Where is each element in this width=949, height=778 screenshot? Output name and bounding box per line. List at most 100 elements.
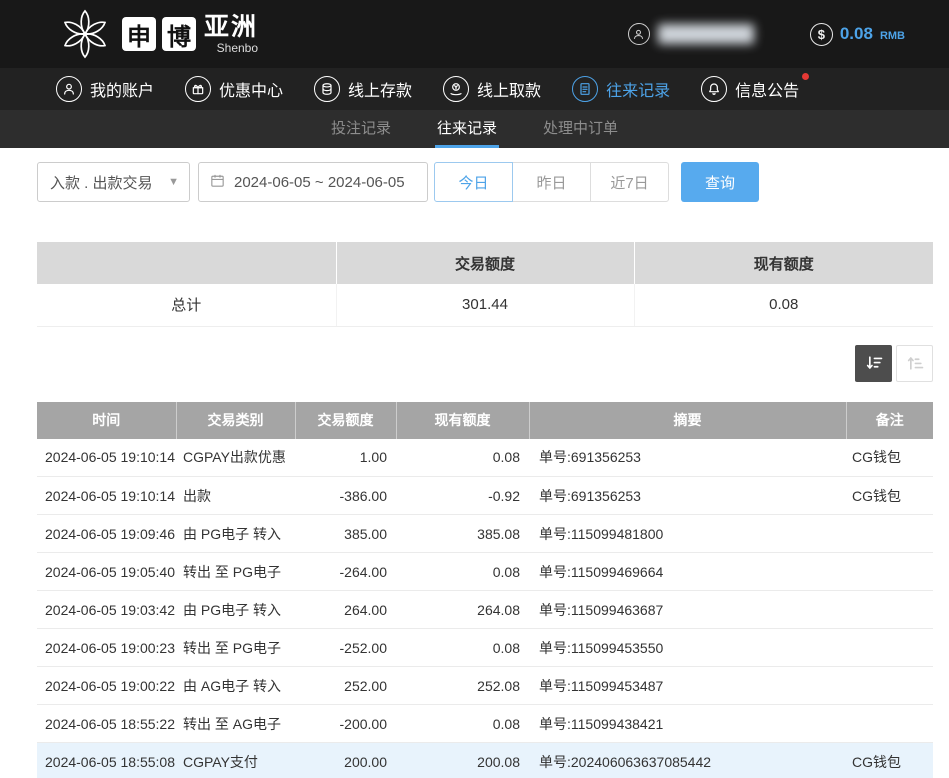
user-icon [56,76,82,102]
cell-balance: 0.08 [396,439,529,477]
cell-time: 2024-06-05 19:00:23 [37,629,176,667]
cell-note: CG钱包 [846,477,933,515]
summary-table: 交易额度 现有额度 总计 301.44 0.08 [37,242,933,327]
cell-time: 2024-06-05 19:05:40 [37,553,176,591]
user-icon [628,23,650,45]
table-row: 2024-06-05 19:00:23 转出 至 PG电子 -252.00 0.… [37,629,933,667]
brand-char-1: 申 [122,17,156,51]
cell-balance: 200.08 [396,743,529,778]
cell-amount: 252.00 [295,667,396,705]
nav-label: 往来记录 [606,77,670,101]
sort-ascending-button[interactable] [896,345,933,382]
table-row: 2024-06-05 18:55:22 转出 至 AG电子 -200.00 0.… [37,705,933,743]
cell-balance: 0.08 [396,705,529,743]
date-range-input[interactable]: 2024-06-05 ~ 2024-06-05 [198,162,428,202]
summary-total-balance: 0.08 [634,284,933,326]
filter-bar: 入款 . 出款交易 ▼ 2024-06-05 ~ 2024-06-05 今日 昨… [37,162,949,202]
brand-subtitle: Shenbo [217,42,258,54]
tab-transaction-records[interactable]: 往来记录 [435,110,499,148]
cell-note [846,629,933,667]
cell-amount: 1.00 [295,439,396,477]
cell-amount: 264.00 [295,591,396,629]
summary-total-amount: 301.44 [336,284,634,326]
user-account[interactable] [628,23,754,45]
date-range-value: 2024-06-05 ~ 2024-06-05 [234,174,405,191]
table-row: 2024-06-05 19:05:40 转出 至 PG电子 -264.00 0.… [37,553,933,591]
brand-logo[interactable]: 申 博 亚洲 Shenbo [58,7,258,61]
main-navigation: 我的账户 优惠中心 线上存款 线上取款 往来记录 信息公告 [0,68,949,110]
col-header-type: 交易类别 [176,402,295,439]
cell-amount: -264.00 [295,553,396,591]
cell-time: 2024-06-05 19:03:42 [37,591,176,629]
cell-type: 由 AG电子 转入 [176,667,295,705]
cell-type: 转出 至 PG电子 [176,629,295,667]
search-button[interactable]: 查询 [681,162,759,202]
cell-amount: -200.00 [295,705,396,743]
nav-item-withdraw[interactable]: 线上取款 [443,76,541,102]
col-header-amount: 交易额度 [295,402,396,439]
balance-display[interactable]: $ 0.08 RMB [810,23,905,46]
quick-date-group: 今日 昨日 近7日 [434,162,669,202]
cell-amount: -252.00 [295,629,396,667]
cell-summary: 单号:115099453550 [529,629,846,667]
transaction-type-select[interactable]: 入款 . 出款交易 ▼ [37,162,190,202]
cell-note: CG钱包 [846,439,933,477]
tab-bet-records[interactable]: 投注记录 [329,110,393,148]
cell-type: 转出 至 AG电子 [176,705,295,743]
balance-amount: 0.08 [840,24,873,44]
brand-char-2: 博 [162,17,196,51]
cell-balance: -0.92 [396,477,529,515]
col-header-balance: 现有额度 [396,402,529,439]
cell-summary: 单号:115099463687 [529,591,846,629]
cell-note [846,515,933,553]
username-blurred [658,24,754,44]
cell-summary: 单号:115099481800 [529,515,846,553]
nav-item-announcements[interactable]: 信息公告 [701,76,799,102]
summary-header-balance: 现有额度 [634,242,933,284]
tab-pending-orders[interactable]: 处理中订单 [541,110,620,148]
cell-note [846,553,933,591]
sort-controls [37,345,933,382]
table-row: 2024-06-05 19:10:14 CGPAY出款优惠 1.00 0.08 … [37,439,933,477]
cell-time: 2024-06-05 19:00:22 [37,667,176,705]
nav-item-promotions[interactable]: 优惠中心 [185,76,283,102]
summary-total-label: 总计 [37,284,336,326]
cell-balance: 264.08 [396,591,529,629]
balance-currency: RMB [880,30,905,42]
cell-note [846,705,933,743]
table-row: 2024-06-05 18:55:08 CGPAY支付 200.00 200.0… [37,743,933,778]
sub-navigation: 投注记录 往来记录 处理中订单 [0,110,949,148]
cell-type: 出款 [176,477,295,515]
nav-item-transaction-records[interactable]: 往来记录 [572,76,670,102]
cell-summary: 单号:115099469664 [529,553,846,591]
cell-time: 2024-06-05 18:55:22 [37,705,176,743]
cell-amount: 200.00 [295,743,396,778]
cell-note: CG钱包 [846,743,933,778]
summary-total-row: 总计 301.44 0.08 [37,284,933,326]
withdraw-icon [443,76,469,102]
cell-time: 2024-06-05 18:55:08 [37,743,176,778]
brand-region: 亚洲 [204,15,258,40]
cell-amount: -386.00 [295,477,396,515]
top-header: 申 博 亚洲 Shenbo $ 0.08 RMB [0,0,949,68]
table-row: 2024-06-05 19:00:22 由 AG电子 转入 252.00 252… [37,667,933,705]
nav-item-deposit[interactable]: 线上存款 [314,76,412,102]
cell-amount: 385.00 [295,515,396,553]
nav-item-my-account[interactable]: 我的账户 [56,76,154,102]
quick-yesterday-button[interactable]: 昨日 [512,162,591,202]
table-row: 2024-06-05 19:10:14 出款 -386.00 -0.92 单号:… [37,477,933,515]
cell-note [846,591,933,629]
summary-header-amount: 交易额度 [336,242,634,284]
quick-last7days-button[interactable]: 近7日 [590,162,669,202]
cell-type: 转出 至 PG电子 [176,553,295,591]
cell-type: 由 PG电子 转入 [176,515,295,553]
sort-descending-button[interactable] [855,345,892,382]
cell-time: 2024-06-05 19:09:46 [37,515,176,553]
transactions-body: 2024-06-05 19:10:14 CGPAY出款优惠 1.00 0.08 … [37,439,933,778]
quick-today-button[interactable]: 今日 [434,162,513,202]
cell-balance: 385.08 [396,515,529,553]
table-row: 2024-06-05 19:03:42 由 PG电子 转入 264.00 264… [37,591,933,629]
nav-label: 我的账户 [90,77,154,101]
calendar-icon [209,172,226,193]
cell-summary: 单号:691356253 [529,439,846,477]
